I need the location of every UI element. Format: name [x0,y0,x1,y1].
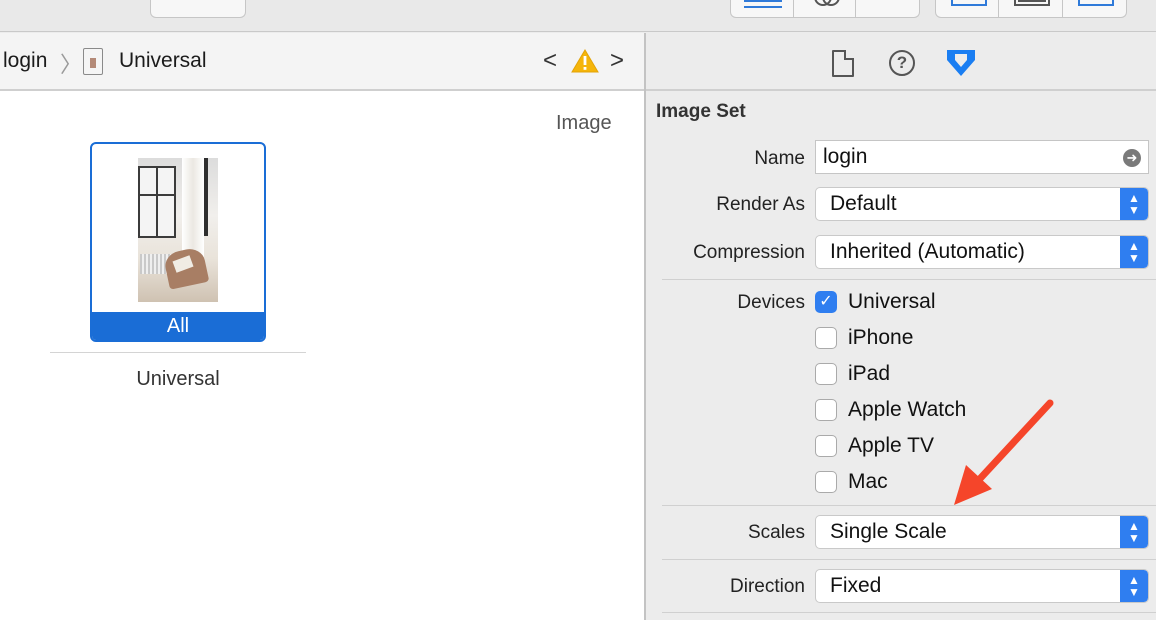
asset-catalog-editor: login 〉 Universal < > Image All Universa… [0,33,645,620]
breadcrumb-separator: 〉 [60,52,83,77]
toggle-utilities-button[interactable] [1063,0,1126,17]
editor-mode-segmented-control: ↩ [730,0,920,18]
render-as-label: Render As [716,194,805,215]
devices-label: Devices [737,292,805,313]
device-label: Mac [848,470,888,493]
device-label: iPhone [848,326,914,349]
next-issue-button[interactable]: > [610,47,624,75]
checkbox[interactable] [815,435,837,457]
direction-popup[interactable]: Fixed ▲ ▼ [815,569,1149,603]
scales-popup[interactable]: Single Scale ▲ ▼ [815,515,1149,549]
checkbox[interactable] [815,327,837,349]
direction-value: Fixed [830,574,882,597]
device-label: Apple TV [848,434,934,457]
direction-label: Direction [730,576,805,597]
section-divider [662,505,1156,506]
popup-chevron-icon: ▲ ▼ [1120,236,1148,268]
checkbox[interactable] [815,471,837,493]
name-field[interactable]: login ➜ [815,140,1149,174]
warning-icon[interactable] [571,48,599,74]
device-label: iPad [848,362,891,385]
name-label: Name [754,148,805,169]
issue-count: 33 [195,0,212,3]
show-utilities-icon [1077,0,1114,6]
toggle-debug-area-button[interactable] [999,0,1063,17]
view-toggle-segmented-control [935,0,1127,18]
compression-value: Inherited (Automatic) [830,240,1025,263]
checkbox[interactable] [815,399,837,421]
annotation-arrow-icon [954,399,1054,505]
scales-label: Scales [747,522,805,543]
issue-indicator[interactable]: ▲ 33 [150,0,246,18]
name-value: login [823,145,868,168]
section-divider [662,279,1156,280]
inspector-tab-bar: ? [646,33,1156,91]
navigator-lines-icon [744,0,782,8]
toggle-navigator-button[interactable] [936,0,1000,17]
attributes-inspector-icon[interactable] [944,46,978,80]
attributes-inspector: ? Image Set Name login ➜ Render As Defau… [646,33,1156,620]
popup-chevron-icon: ▲ ▼ [1120,516,1148,548]
image-file-icon [83,48,103,75]
back-arrow-icon: ↩ [878,0,895,7]
quick-help-icon[interactable]: ? [889,50,915,76]
popup-chevron-icon: ▲ ▼ [1120,570,1148,602]
version-editor-button[interactable]: ↩ [856,0,919,17]
show-navigator-icon [951,0,987,6]
section-title: Image Set [656,101,746,122]
slot-caption: Universal [136,368,220,390]
breadcrumb-universal[interactable]: Universal [119,49,207,73]
section-divider [662,612,1156,613]
slot-label: All [92,312,264,340]
breadcrumb-login[interactable]: login [3,49,47,73]
show-debug-area-icon [1014,0,1051,6]
warning-icon: ▲ [174,0,190,4]
assistant-editor-button[interactable] [794,0,857,17]
checkbox-checked[interactable]: ✓ [815,291,837,313]
standard-editor-button[interactable] [731,0,794,17]
slot-divider [50,352,306,353]
version-editor-icon [813,0,840,8]
compression-popup[interactable]: Inherited (Automatic) ▲ ▼ [815,235,1149,269]
image-slot-all[interactable]: All [90,142,266,342]
previous-issue-button[interactable]: < [543,47,557,75]
image-thumbnail [138,158,218,302]
device-label: Universal [848,290,936,313]
window-toolbar: ▲ 33 ↩ [0,0,1156,32]
image-set-heading: Image [556,112,612,134]
compression-label: Compression [693,242,805,263]
checkbox[interactable] [815,363,837,385]
section-divider [662,559,1156,560]
render-as-value: Default [830,192,897,215]
file-inspector-icon[interactable] [832,50,854,77]
scales-value: Single Scale [830,520,947,543]
jump-bar: login 〉 Universal < > [0,33,645,91]
render-as-popup[interactable]: Default ▲ ▼ [815,187,1149,221]
go-arrow-icon[interactable]: ➜ [1123,149,1141,167]
popup-chevron-icon: ▲ ▼ [1120,188,1148,220]
